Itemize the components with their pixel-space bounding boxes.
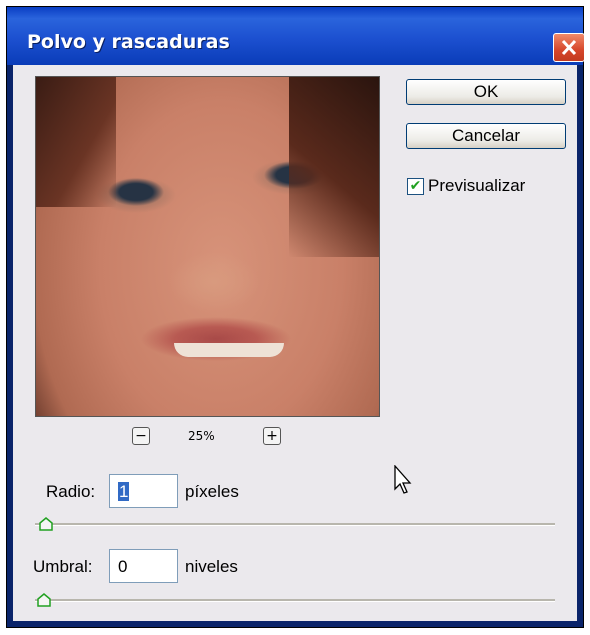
dialog-body: − 25% + OK Cancelar ✔ Previsualizar Radi… [13,65,577,621]
close-button[interactable] [553,33,585,62]
preview-checkbox-label[interactable]: Previsualizar [428,176,525,196]
radius-value: 1 [118,482,130,501]
threshold-value: 0 [118,557,128,576]
window-title: Polvo y rascaduras [27,31,230,53]
preview-teeth [174,343,284,357]
preview-image[interactable] [35,76,380,417]
threshold-label: Umbral: [33,557,93,576]
zoom-out-button[interactable]: − [132,427,150,445]
radius-slider-track[interactable] [35,523,555,526]
zoom-level: 25% [188,429,215,443]
plus-icon: + [266,428,278,444]
threshold-unit: niveles [185,557,238,576]
radius-label: Radio: [46,482,96,501]
close-icon [561,39,577,56]
threshold-slider-track[interactable] [35,599,555,602]
ok-button[interactable]: OK [406,79,566,105]
radius-unit: píxeles [185,482,239,501]
radius-input[interactable]: 1 [109,474,178,508]
title-bar[interactable]: Polvo y rascaduras [7,7,585,65]
preview-hair-right [289,77,379,257]
preview-checkbox[interactable]: ✔ [407,178,424,195]
threshold-input[interactable]: 0 [109,549,178,583]
cancel-button[interactable]: Cancelar [406,123,566,149]
radius-slider-thumb[interactable] [39,517,53,531]
preview-hair-left [36,77,116,207]
threshold-slider-thumb[interactable] [37,593,51,607]
minus-icon: − [135,428,147,444]
zoom-in-button[interactable]: + [263,427,281,445]
check-icon: ✔ [409,178,422,194]
pointer-cursor-icon [394,465,412,494]
